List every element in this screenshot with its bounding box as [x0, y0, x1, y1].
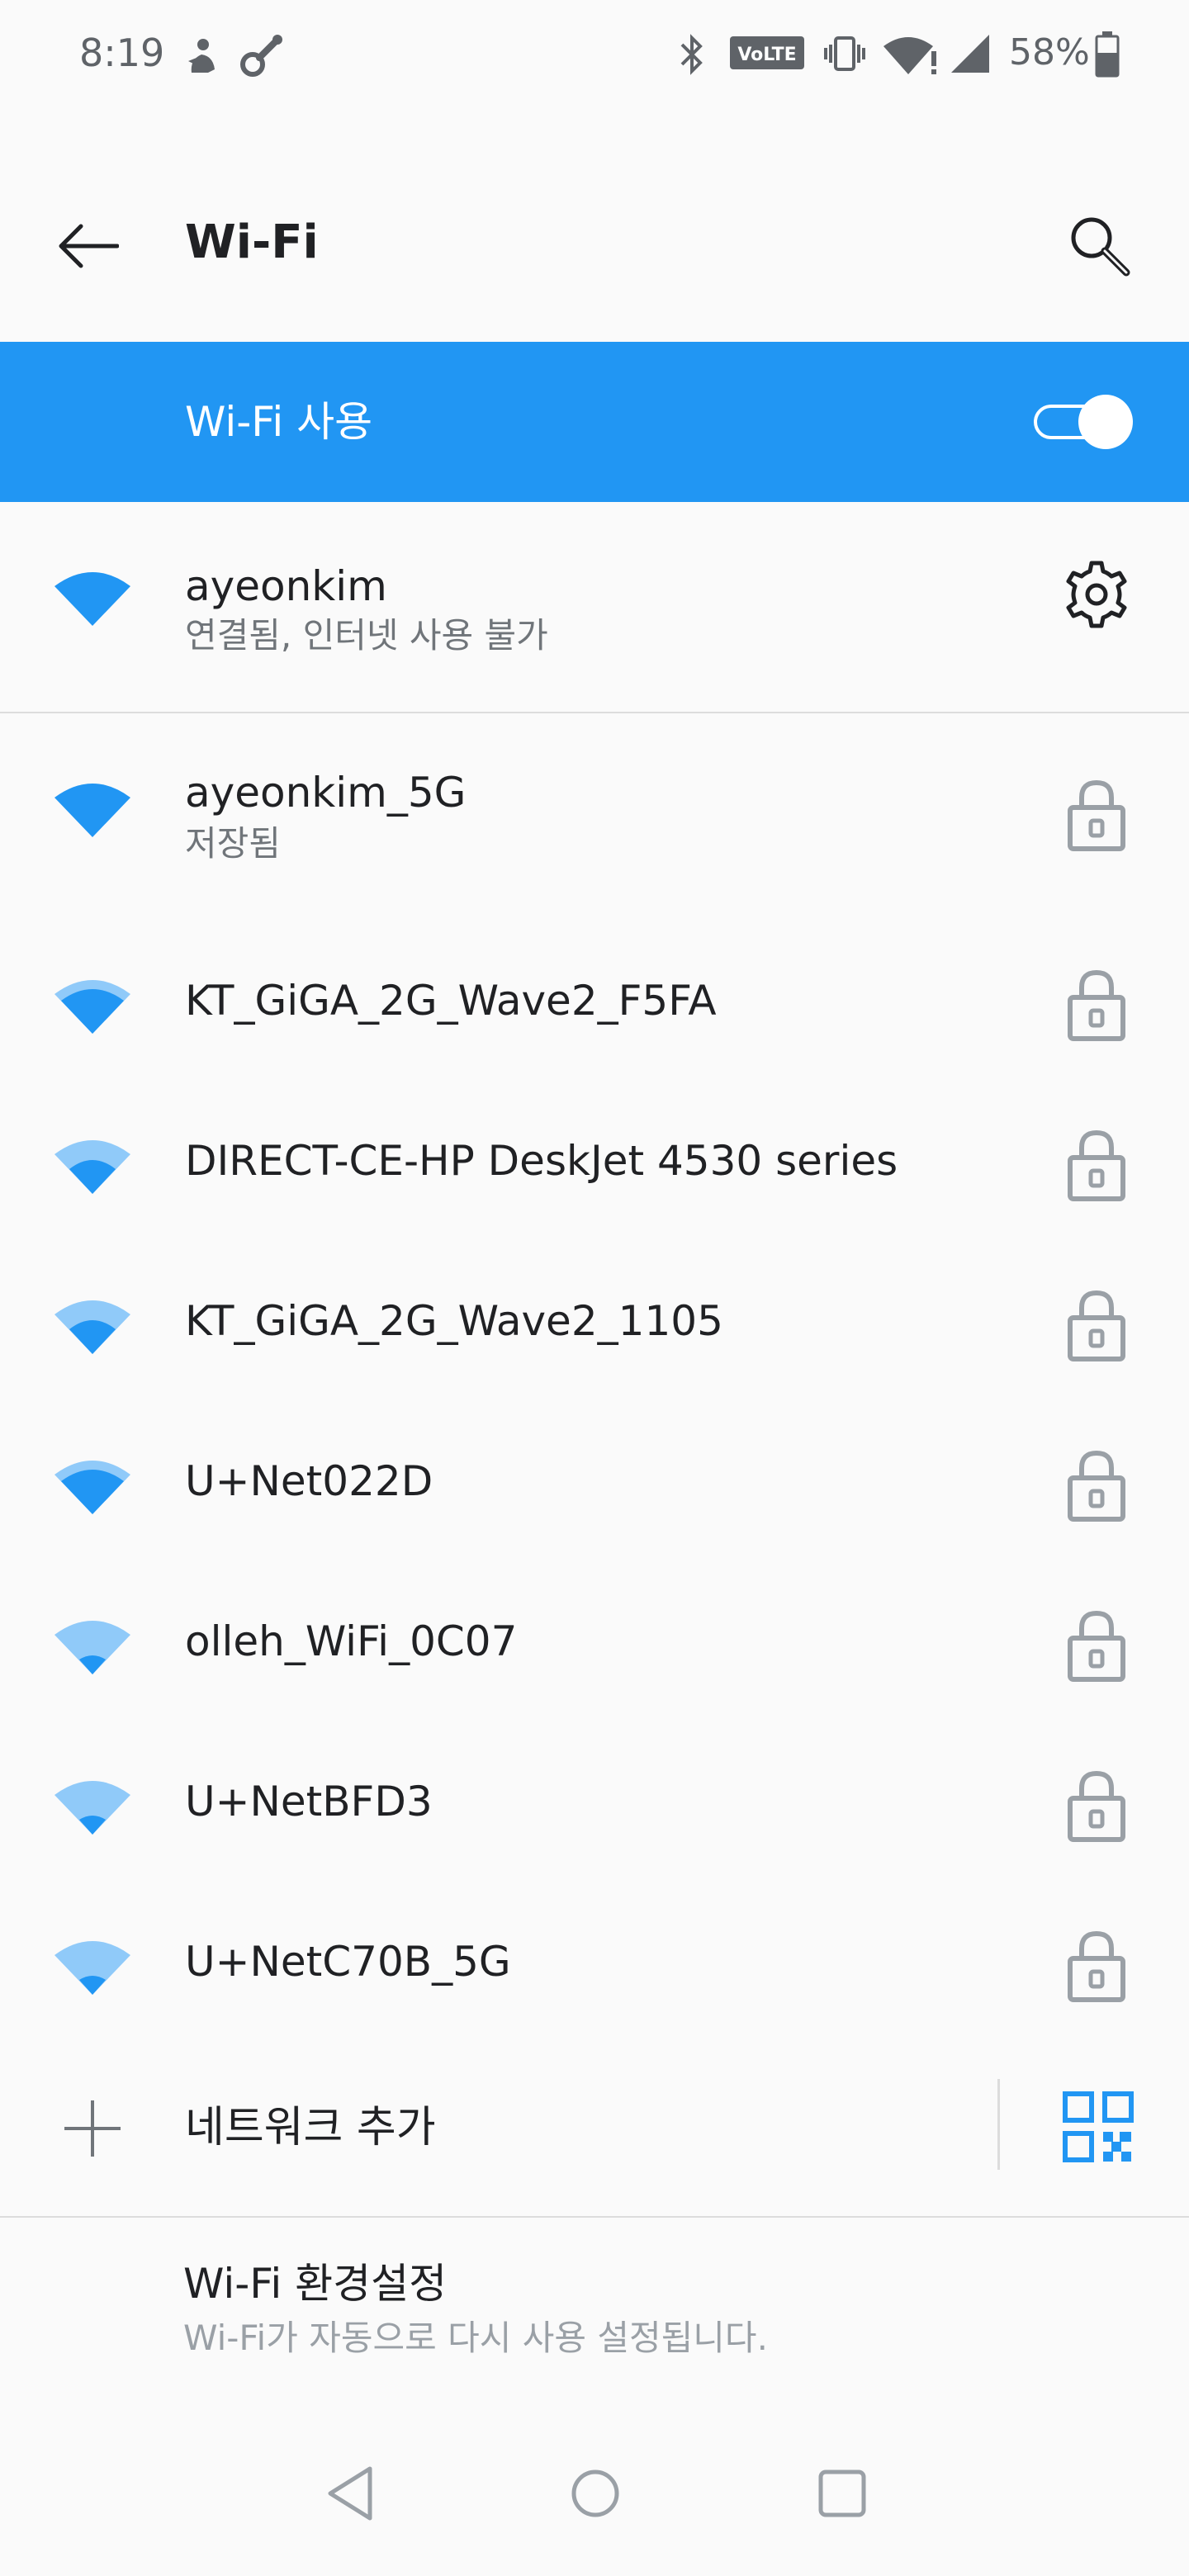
wifi-signal-icon — [54, 572, 130, 626]
network-row[interactable]: KT_GiGA_2G_Wave2_F5FA — [0, 921, 1189, 1082]
network-name: olleh_WiFi_0C07 — [185, 1617, 518, 1665]
arrow-back-icon — [59, 224, 119, 268]
nav-back-icon[interactable] — [315, 2460, 390, 2526]
network-name: U+NetBFD3 — [185, 1778, 433, 1825]
wifi-toggle-switch[interactable] — [1034, 395, 1133, 449]
lock-icon — [1068, 1930, 1125, 2002]
network-name: KT_GiGA_2G_Wave2_F5FA — [185, 977, 717, 1025]
add-network-row[interactable]: 네트워크 추가 — [0, 2046, 1189, 2206]
wifi-signal-icon — [54, 1140, 130, 1194]
wifi-signal-icon — [54, 784, 130, 837]
network-row[interactable]: U+NetBFD3 — [0, 1722, 1189, 1882]
network-row[interactable]: KT_GiGA_2G_Wave2_1105 — [0, 1242, 1189, 1402]
network-name: U+Net022D — [185, 1457, 433, 1505]
page-title: Wi-Fi — [185, 215, 319, 269]
divider — [0, 2216, 1189, 2218]
network-row[interactable]: ayeonkim_5G 저장됨 — [0, 727, 1189, 887]
search-button[interactable] — [1059, 205, 1141, 287]
preferences-title: Wi-Fi 환경설정 — [183, 2260, 448, 2308]
wifi-preferences-row[interactable]: Wi-Fi 환경설정 Wi-Fi가 자동으로 다시 사용 설정됩니다. — [0, 2219, 1189, 2384]
svg-text:VoLTE: VoLTE — [737, 45, 796, 65]
nav-home-icon[interactable] — [558, 2460, 632, 2526]
notification-app-icon — [188, 39, 215, 73]
nav-recents-icon[interactable] — [804, 2460, 879, 2526]
lock-icon — [1068, 1450, 1125, 1522]
lock-icon — [1068, 779, 1125, 851]
lock-icon — [1068, 969, 1125, 1041]
network-status: 저장됨 — [185, 823, 281, 864]
qr-code-icon[interactable] — [1059, 2087, 1138, 2166]
battery-percent: 58% — [1009, 31, 1090, 73]
network-row[interactable]: DIRECT-CE-HP DeskJet 4530 series — [0, 1082, 1189, 1242]
status-time: 8:19 — [79, 31, 165, 75]
wifi-signal-icon — [54, 1941, 130, 1995]
lock-icon — [1068, 1129, 1125, 1201]
vibrate-icon — [824, 36, 865, 71]
wifi-master-toggle-row[interactable]: Wi-Fi 사용 — [0, 342, 1189, 502]
volte-icon: VoLTE — [730, 36, 804, 69]
network-name: KT_GiGA_2G_Wave2_1105 — [185, 1297, 723, 1345]
lock-icon — [1068, 1770, 1125, 1842]
preferences-subtitle: Wi-Fi가 자동으로 다시 사용 설정됩니다. — [183, 2318, 768, 2358]
network-row[interactable]: olleh_WiFi_0C07 — [0, 1562, 1189, 1722]
plus-icon — [64, 2100, 121, 2157]
wifi-toggle-label: Wi-Fi 사용 — [185, 398, 373, 446]
divider — [997, 2079, 1000, 2170]
wifi-signal-icon — [54, 1300, 130, 1354]
wifi-no-internet-icon — [883, 37, 936, 74]
wifi-signal-icon — [54, 1621, 130, 1674]
wifi-signal-icon — [54, 980, 130, 1034]
back-button[interactable] — [46, 205, 129, 287]
search-icon — [1071, 217, 1130, 277]
network-row[interactable]: U+NetC70B_5G — [0, 1882, 1189, 2043]
network-row[interactable]: U+Net022D — [0, 1402, 1189, 1562]
notification-tool-icon — [240, 35, 282, 77]
navigation-bar — [0, 2444, 1189, 2543]
network-name: U+NetC70B_5G — [185, 1938, 511, 1986]
toggle-thumb — [1078, 395, 1133, 449]
add-network-label: 네트워크 추가 — [185, 2103, 436, 2152]
status-bar: 8:19 VoLTE 58% — [0, 0, 1189, 107]
network-name: ayeonkim_5G — [185, 769, 467, 817]
network-name: ayeonkim — [185, 562, 387, 610]
cell-signal-icon — [951, 35, 989, 73]
wifi-signal-icon — [54, 1781, 130, 1835]
network-status: 연결됨, 인터넷 사용 불가 — [185, 615, 548, 656]
connected-network-row[interactable]: ayeonkim 연결됨, 인터넷 사용 불가 — [0, 515, 1189, 675]
network-name: DIRECT-CE-HP DeskJet 4530 series — [185, 1137, 898, 1185]
gear-icon[interactable] — [1057, 555, 1136, 634]
lock-icon — [1068, 1610, 1125, 1682]
app-bar: Wi-Fi — [0, 162, 1189, 324]
lock-icon — [1068, 1290, 1125, 1361]
battery-icon — [1095, 31, 1120, 78]
bluetooth-icon — [680, 34, 703, 75]
divider — [0, 712, 1189, 713]
wifi-signal-icon — [54, 1461, 130, 1514]
